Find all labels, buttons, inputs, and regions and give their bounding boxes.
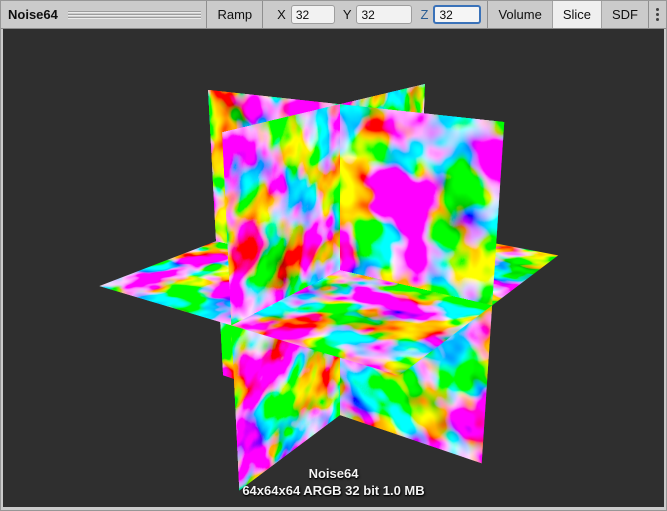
volume-mode-button[interactable]: Volume <box>488 1 551 28</box>
slice-3d-scene <box>3 29 664 507</box>
preview-title: Noise64 <box>1 1 66 28</box>
kebab-menu-icon[interactable] <box>649 1 666 28</box>
texture-preview-canvas[interactable]: Noise64 64x64x64 ARGB 32 bit 1.0 MB <box>3 29 664 507</box>
y-slice-input[interactable] <box>356 5 412 24</box>
ramp-button[interactable]: Ramp <box>207 1 262 28</box>
x-axis-label[interactable]: X <box>277 7 286 22</box>
y-axis-label[interactable]: Y <box>343 7 352 22</box>
slice-mode-button[interactable]: Slice <box>552 1 602 28</box>
z-slice-input[interactable] <box>433 5 481 24</box>
sdf-mode-button[interactable]: SDF <box>602 1 648 28</box>
x-slice-input[interactable] <box>291 5 335 24</box>
texture-preview-window: Noise64 Ramp X Y Z Volume Slice SDF <box>0 0 667 511</box>
z-axis-label[interactable]: Z <box>420 7 428 22</box>
drag-handle-icon[interactable] <box>68 11 202 19</box>
slice-coordinate-fields: X Y Z <box>263 1 487 28</box>
preview-toolbar: Noise64 Ramp X Y Z Volume Slice SDF <box>1 1 666 29</box>
